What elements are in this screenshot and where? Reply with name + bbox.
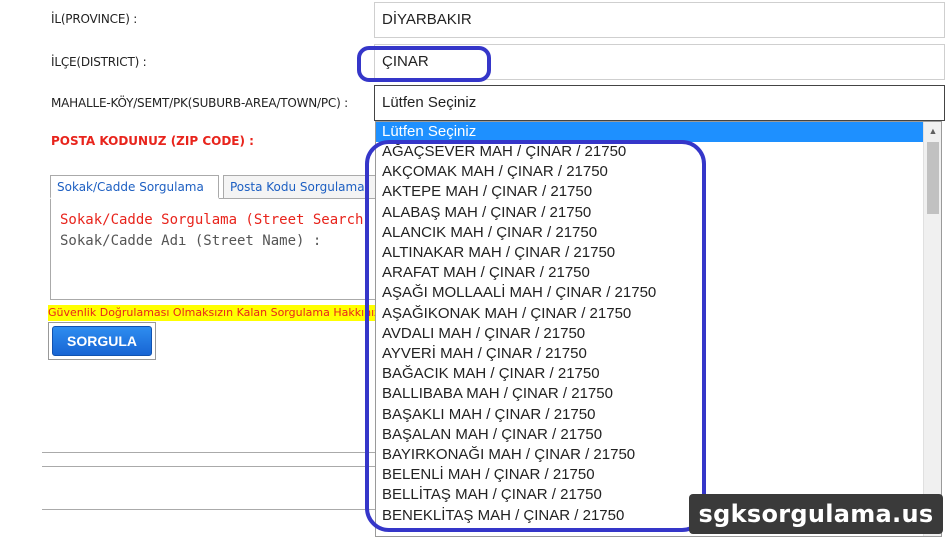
district-highlight bbox=[357, 46, 491, 82]
divider bbox=[42, 509, 382, 510]
query-button-frame: SORGULA bbox=[48, 322, 156, 360]
scroll-thumb[interactable] bbox=[927, 142, 939, 214]
province-label: İL(PROVINCE) : bbox=[51, 12, 138, 26]
divider bbox=[42, 452, 382, 453]
options-highlight bbox=[365, 140, 706, 532]
suburb-select[interactable]: Lütfen Seçiniz bbox=[374, 85, 945, 121]
divider bbox=[42, 466, 382, 467]
dropdown-scrollbar[interactable]: ▲ bbox=[923, 122, 941, 536]
scroll-up-arrow-icon[interactable]: ▲ bbox=[924, 122, 941, 140]
watermark: sgksorgulama.us bbox=[689, 494, 943, 534]
zip-code-label: POSTA KODUNUZ (ZIP CODE) : bbox=[51, 134, 254, 148]
province-field[interactable]: DİYARBAKIR bbox=[374, 2, 945, 38]
security-warning: Güvenlik Doğrulaması Olmaksızın Kalan So… bbox=[48, 305, 378, 321]
panel-title: Sokak/Cadde Sorgulama (Street Search) bbox=[60, 212, 372, 228]
district-label: İLÇE(DISTRICT) : bbox=[51, 55, 147, 69]
suburb-label: MAHALLE-KÖY/SEMT/PK(SUBURB-AREA/TOWN/PC)… bbox=[51, 96, 349, 110]
street-name-label: Sokak/Cadde Adı (Street Name) : bbox=[60, 233, 322, 249]
tab-street-search[interactable]: Sokak/Cadde Sorgulama bbox=[50, 175, 219, 199]
dropdown-option-selected[interactable]: Lütfen Seçiniz bbox=[376, 122, 924, 142]
query-button[interactable]: SORGULA bbox=[52, 326, 152, 356]
